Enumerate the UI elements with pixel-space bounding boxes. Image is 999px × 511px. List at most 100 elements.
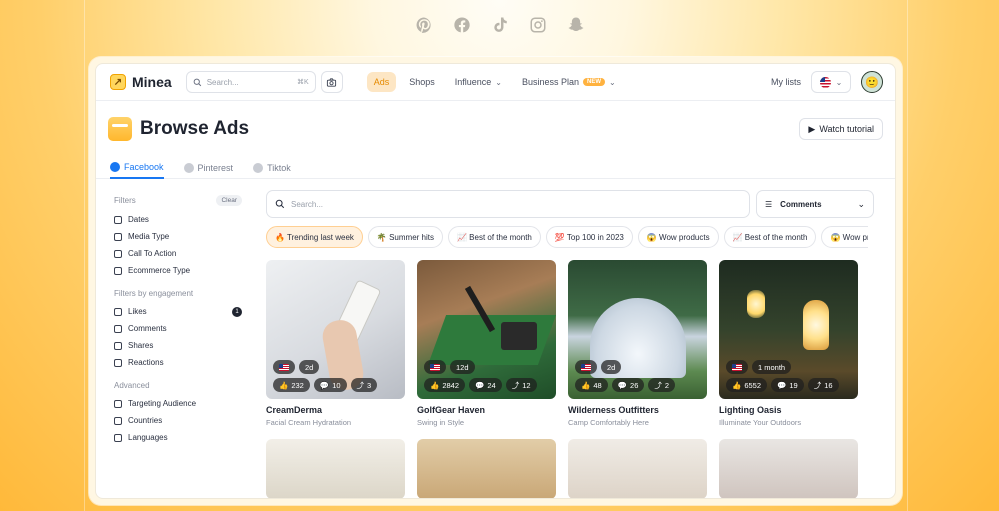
global-search-input[interactable]: Search... ⌘K (185, 71, 316, 93)
share-icon: ⤴ (511, 380, 520, 390)
filter-label: Likes (128, 307, 147, 316)
users-icon (114, 399, 122, 408)
instagram-icon[interactable] (528, 15, 548, 35)
share-icon: ⤴ (813, 380, 822, 390)
country-badge (726, 360, 748, 374)
watch-tutorial-button[interactable]: ▶ Watch tutorial (799, 118, 883, 140)
likes-count: 👍 2842 (424, 378, 466, 392)
ad-tagline: Swing in Style (417, 418, 465, 427)
image-search-button[interactable] (320, 71, 343, 93)
ad-card[interactable]: 2d 👍 232 💬 10 ⤴ 3 CreamDerma Facial Cream Hyd… (266, 260, 405, 427)
ad-card[interactable]: 1 month 👍 6552 💬 19 ⤴ 16 Lighting Oasis Illum… (719, 260, 858, 427)
ad-thumbnail[interactable] (266, 439, 405, 498)
camera-icon (327, 77, 337, 87)
cursor-icon (114, 249, 122, 258)
filter-countries[interactable]: Countries (114, 412, 242, 429)
filter-label: Languages (128, 433, 168, 442)
filter-call-to-action[interactable]: Call To Action (114, 245, 242, 262)
filters-section-title: Filters Clear (114, 195, 242, 206)
my-lists-link[interactable]: My lists (771, 77, 801, 87)
ad-thumbnail[interactable]: 2d 👍 232 💬 10 ⤴ 3 (266, 260, 405, 399)
nav-right: My lists ⌄ 🙂 (771, 71, 883, 93)
filter-languages[interactable]: Languages (114, 429, 242, 446)
chip-summer-hits[interactable]: 🌴 Summer hits (367, 226, 443, 248)
ad-brand-name: CreamDerma (266, 405, 323, 415)
us-flag-icon (279, 363, 289, 371)
shares-count: ⤴ 3 (350, 378, 378, 392)
nav-influence[interactable]: Influence ⌄ (448, 72, 509, 92)
tab-tiktok-label: Tiktok (267, 162, 291, 173)
comments-value: 24 (487, 380, 496, 390)
chip-wow-products[interactable]: 😱 Wow products (637, 226, 719, 248)
thumbs-up-icon: 👍 (430, 380, 440, 390)
advanced-section-title: Advanced (114, 381, 242, 390)
ads-main: Search... ☰ Comments ⌄ 🔥 Trending last w… (252, 179, 895, 498)
filter-ecommerce-type[interactable]: Ecommerce Type (114, 262, 242, 279)
filter-comments[interactable]: Comments (114, 320, 242, 337)
thumbs-up-icon: 👍 (279, 380, 289, 390)
sort-select[interactable]: ☰ Comments ⌄ (756, 190, 874, 218)
filter-label: Reactions (128, 358, 164, 367)
ad-card[interactable]: 12d 👍 2842 💬 24 ⤴ 12 GolfGear Haven Swing in … (417, 260, 556, 427)
ad-card[interactable]: 2d 👍 48 💬 26 ⤴ 2 Wilderness Outfitters Camp C… (568, 260, 707, 427)
ad-stats-overlay: 2d 👍 232 💬 10 ⤴ 3 (273, 360, 378, 392)
logo-text: Minea (132, 74, 172, 90)
ad-age-badge: 1 month (752, 360, 792, 374)
tiktok-icon[interactable] (490, 15, 510, 35)
facebook-icon[interactable] (452, 15, 472, 35)
quick-filter-chips: 🔥 Trending last week 🌴 Summer hits 📈 Bes… (266, 226, 868, 248)
ads-search-input[interactable]: Search... (266, 190, 750, 218)
tab-facebook[interactable]: Facebook (110, 153, 164, 179)
tab-pinterest[interactable]: Pinterest (183, 153, 233, 179)
minea-logo[interactable]: ↗ Minea (110, 74, 172, 90)
video-icon (114, 232, 122, 241)
shares-count: ⤴ 2 (648, 378, 676, 392)
tab-tiktok[interactable]: Tiktok (253, 153, 291, 179)
ad-thumbnail[interactable] (417, 439, 556, 498)
chip-top-100[interactable]: 💯 Top 100 in 2023 (545, 226, 633, 248)
share-icon: ⤴ (356, 380, 365, 390)
filter-media-type[interactable]: Media Type (114, 228, 242, 245)
chip-best-of-month-2[interactable]: 📈 Best of the month (723, 226, 817, 248)
chip-wow-products-2[interactable]: 😱 Wow products (821, 226, 868, 248)
ad-tagline: Camp Comfortably Here (568, 418, 649, 427)
ad-thumbnail[interactable] (568, 439, 707, 498)
clear-filters-button[interactable]: Clear (216, 195, 242, 206)
chip-trending[interactable]: 🔥 Trending last week (266, 226, 363, 248)
play-icon: ▶ (808, 123, 816, 134)
nav-shops[interactable]: Shops (402, 72, 442, 92)
ad-thumbnail[interactable]: 2d 👍 48 💬 26 ⤴ 2 (568, 260, 707, 399)
filter-label: Dates (128, 215, 149, 224)
language-selector[interactable]: ⌄ (811, 71, 851, 93)
filter-label: Ecommerce Type (128, 266, 191, 275)
ad-brand-name: Wilderness Outfitters (568, 405, 659, 415)
ad-thumbnail[interactable]: 1 month 👍 6552 💬 19 ⤴ 16 (719, 260, 858, 399)
filter-targeting-audience[interactable]: Targeting Audience (114, 395, 242, 412)
search-placeholder: Search... (291, 199, 324, 209)
filter-reactions[interactable]: Reactions (114, 354, 242, 371)
likes-value: 2842 (442, 380, 460, 390)
likes-value: 232 (291, 380, 304, 390)
likes-count: 👍 48 (575, 378, 608, 392)
pinterest-icon[interactable] (414, 15, 434, 35)
thumbs-up-icon (114, 307, 122, 316)
cart-icon (114, 266, 122, 275)
tab-facebook-label: Facebook (124, 161, 164, 172)
filter-label: Media Type (128, 232, 170, 241)
ad-thumbnail[interactable] (719, 439, 858, 498)
chip-best-of-month[interactable]: 📈 Best of the month (447, 226, 541, 248)
filter-likes[interactable]: Likes 1 (114, 303, 242, 320)
filter-dates[interactable]: Dates (114, 211, 242, 228)
thumbs-up-icon: 👍 (732, 380, 742, 390)
nav-ads-label: Ads (373, 77, 390, 87)
filter-shares[interactable]: Shares (114, 337, 242, 354)
avatar[interactable]: 🙂 (861, 71, 883, 93)
comments-value: 10 (332, 380, 341, 390)
ad-brand-name: GolfGear Haven (417, 405, 486, 415)
ad-thumbnail[interactable]: 12d 👍 2842 💬 24 ⤴ 12 (417, 260, 556, 399)
nav-ads[interactable]: Ads (366, 72, 397, 92)
snapchat-icon[interactable] (566, 15, 586, 35)
nav-business-plan[interactable]: Business Plan NEW ⌄ (515, 72, 623, 92)
search-row: Search... ☰ Comments ⌄ (266, 190, 879, 218)
chevron-down-icon: ⌄ (835, 77, 843, 87)
